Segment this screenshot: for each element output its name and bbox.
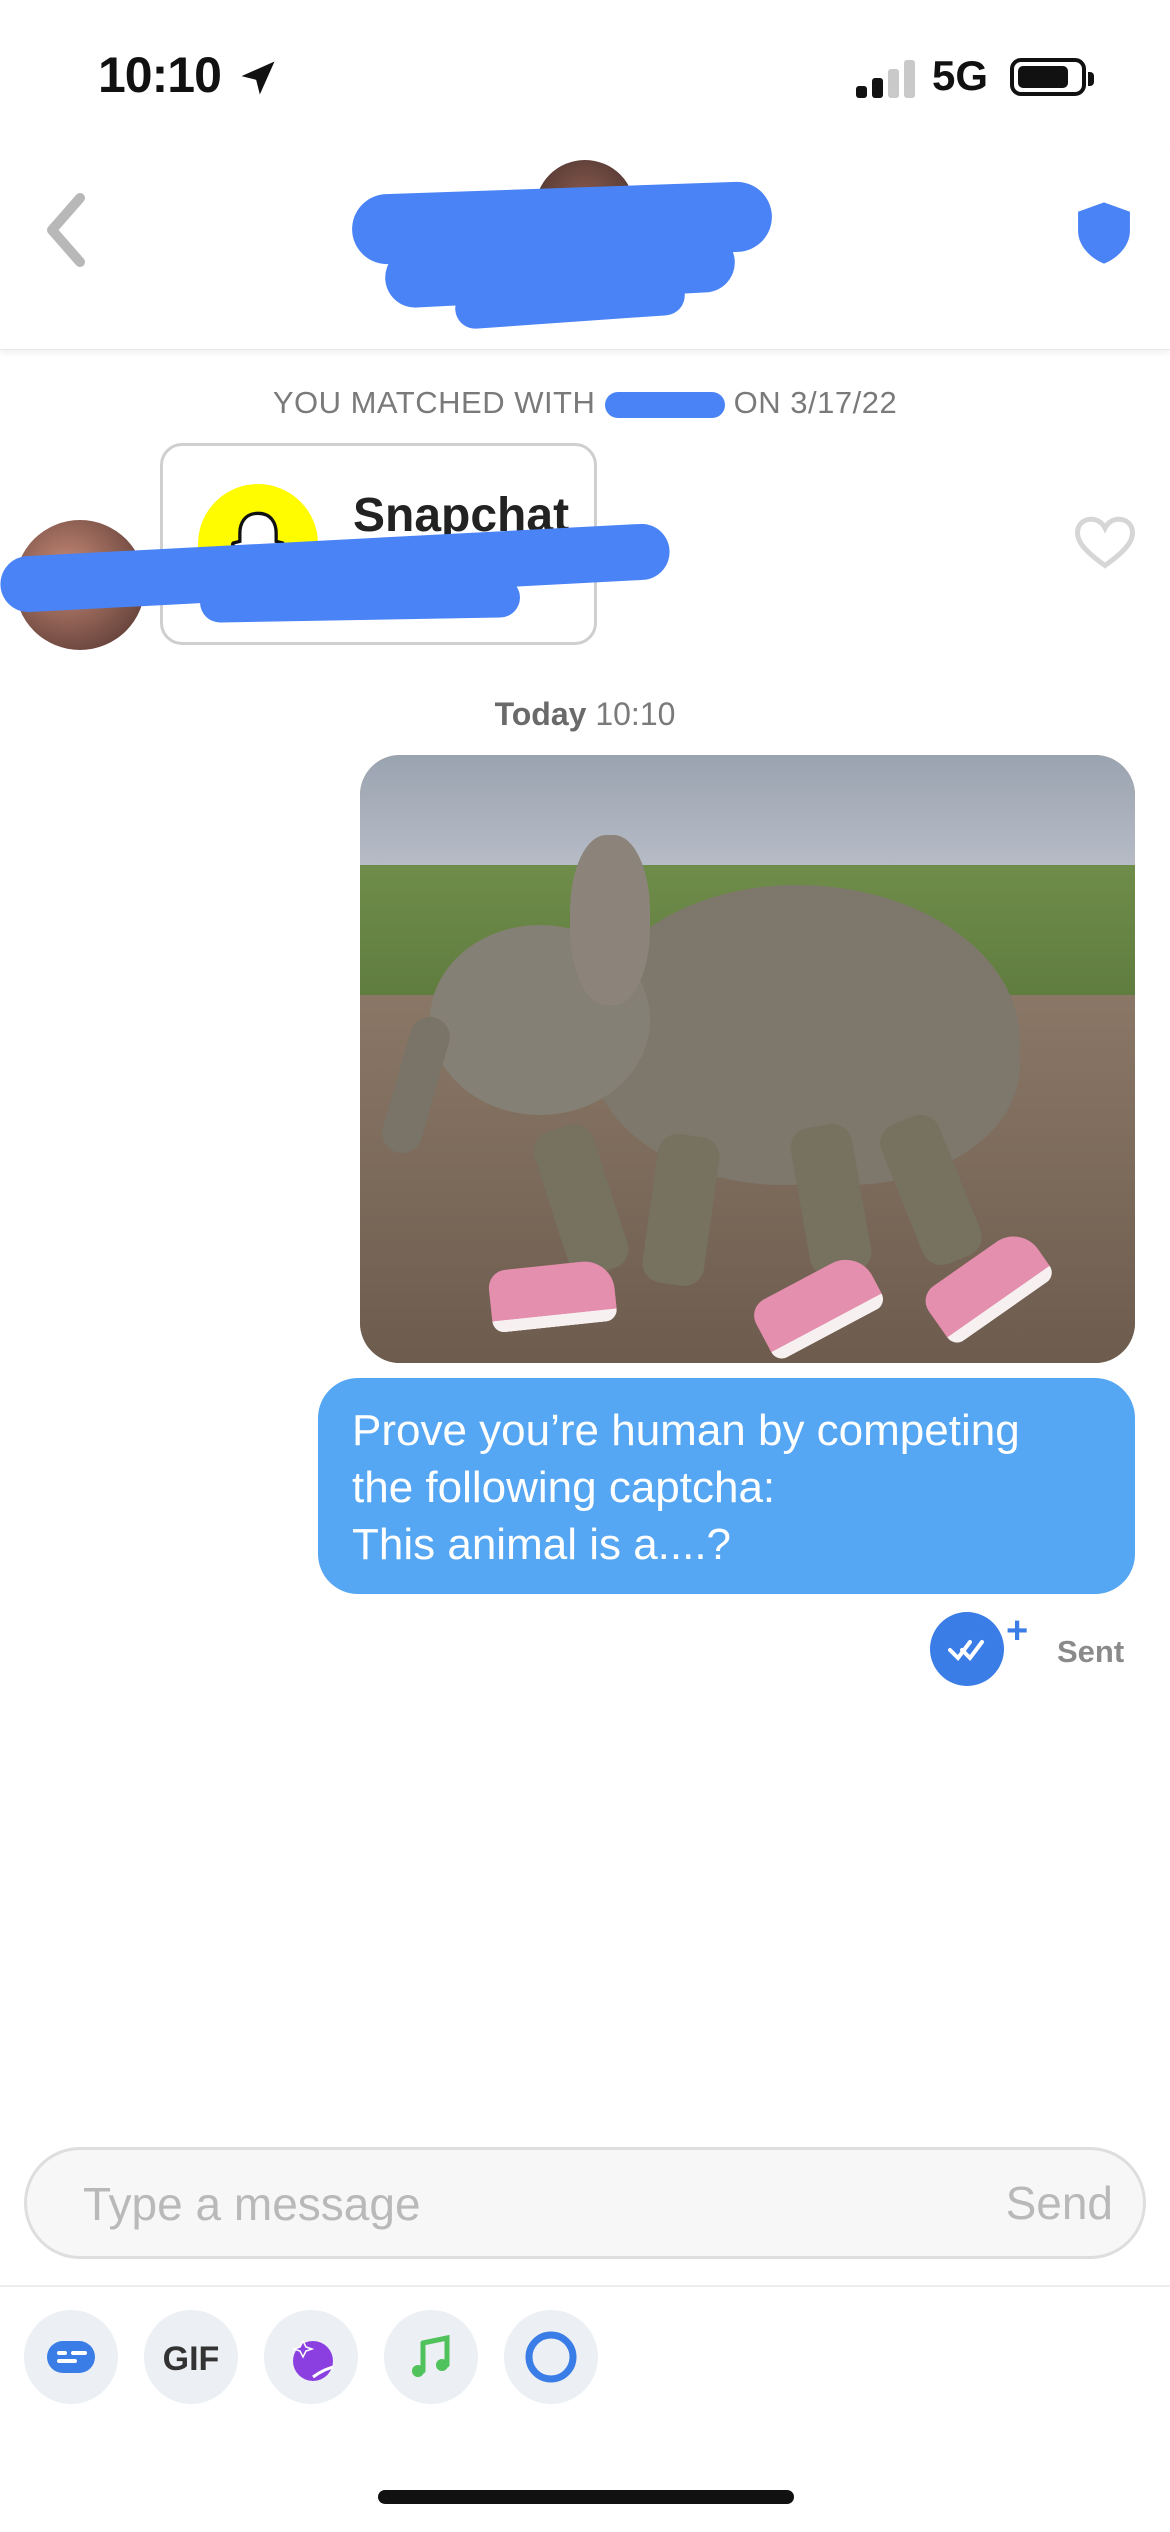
battery-icon xyxy=(1010,58,1094,96)
message-composer: Send xyxy=(24,2147,1146,2259)
gif-button[interactable]: GIF xyxy=(144,2310,238,2404)
sparkle-sticker-icon xyxy=(291,2339,334,2381)
home-indicator xyxy=(378,2490,794,2504)
match-info: YOU MATCHED WITH ON 3/17/22 xyxy=(0,385,1170,421)
pink-sneaker xyxy=(487,1258,618,1334)
conversation-starter-button[interactable] xyxy=(24,2310,118,2404)
music-button[interactable] xyxy=(384,2310,478,2404)
shield-icon[interactable] xyxy=(1075,200,1133,266)
status-bar: 10:10 5G xyxy=(0,0,1170,150)
heart-icon[interactable] xyxy=(1075,515,1135,571)
network-type: 5G xyxy=(932,52,989,99)
snapchat-redaction xyxy=(199,577,521,623)
message-line: This animal is a....? xyxy=(352,1520,732,1569)
message-status: Sent xyxy=(1057,1634,1125,1669)
message-input[interactable] xyxy=(83,2170,903,2238)
match-text-after: ON 3/17/22 xyxy=(733,385,898,420)
read-receipt-icon[interactable] xyxy=(930,1612,1004,1686)
cellular-signal-icon xyxy=(856,58,918,98)
location-arrow-icon xyxy=(241,61,275,95)
toolbar-divider xyxy=(0,2285,1170,2287)
chat-header xyxy=(0,150,1170,350)
chevron-left-icon[interactable] xyxy=(36,190,96,270)
sent-message-bubble[interactable]: Prove you’re human by competing the foll… xyxy=(318,1378,1135,1594)
chat-card-icon xyxy=(47,2341,95,2373)
message-line: Prove you’re human by competing xyxy=(352,1406,1020,1455)
message-date-time: 10:10 xyxy=(595,696,676,732)
send-button[interactable]: Send xyxy=(1006,2176,1113,2230)
gif-label: GIF xyxy=(162,2340,220,2378)
music-note-icon xyxy=(412,2334,450,2377)
match-text-before: YOU MATCHED WITH xyxy=(272,385,596,420)
sticker-button[interactable] xyxy=(264,2310,358,2404)
ring-icon xyxy=(525,2331,577,2383)
message-date: Today 10:10 xyxy=(0,696,1170,733)
read-receipt-plus-icon[interactable]: + xyxy=(1006,1610,1028,1653)
match-name-redaction xyxy=(604,391,725,418)
chat-screen: 10:10 5G YOU MATCHED WITH ON 3/17/22 Sna… xyxy=(0,0,1170,2532)
message-date-day: Today xyxy=(494,696,587,732)
elephant-gif-message[interactable] xyxy=(360,755,1135,1363)
vibe-button[interactable] xyxy=(504,2310,598,2404)
status-time: 10:10 xyxy=(98,47,222,103)
message-line: the following captcha: xyxy=(352,1463,776,1512)
